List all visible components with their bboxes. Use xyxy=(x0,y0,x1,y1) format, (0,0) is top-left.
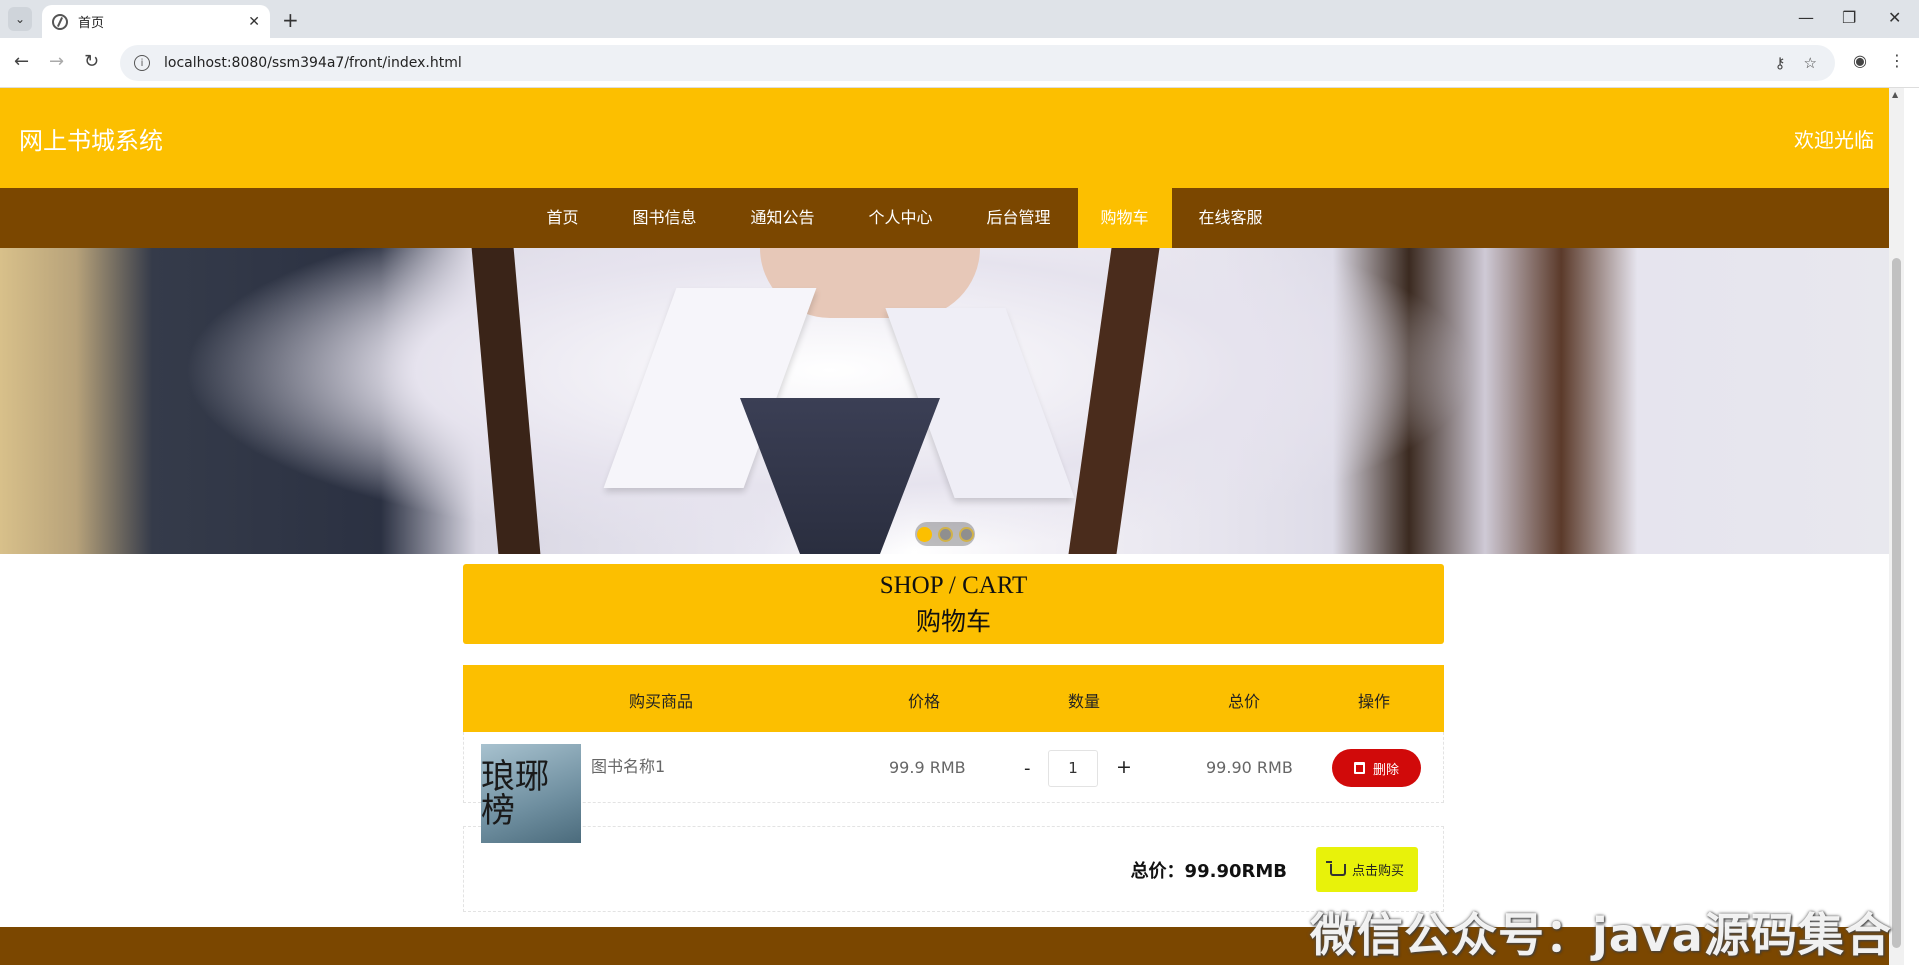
cart-title-en: SHOP / CART xyxy=(879,572,1028,599)
site-info-icon[interactable]: i xyxy=(134,55,150,71)
main-nav: 首页 图书信息 通知公告 个人中心 后台管理 购物车 在线客服 xyxy=(0,188,1904,248)
scroll-up-icon[interactable]: ▲ xyxy=(1892,90,1898,99)
decrease-quantity-button[interactable]: - xyxy=(1024,758,1031,779)
forward-icon[interactable]: → xyxy=(49,51,64,72)
page-scrollbar[interactable]: ▲ xyxy=(1889,88,1904,965)
browser-tabbar: ⌄ 首页 ✕ + — ❐ ✕ xyxy=(0,0,1919,38)
product-price: 99.9 RMB xyxy=(889,758,966,777)
checkout-button[interactable]: 点击购买 xyxy=(1316,847,1418,892)
banner-carousel[interactable] xyxy=(0,248,1904,554)
nav-item-profile[interactable]: 个人中心 xyxy=(841,188,959,248)
carousel-indicators xyxy=(915,522,975,546)
welcome-text: 欢迎光临 xyxy=(1794,128,1874,152)
tab-close-icon[interactable]: ✕ xyxy=(248,14,260,30)
nav-item-books[interactable]: 图书信息 xyxy=(605,188,723,248)
delete-label: 删除 xyxy=(1372,762,1399,778)
menu-dots-icon[interactable]: ⋮ xyxy=(1889,51,1905,70)
back-icon[interactable]: ← xyxy=(14,51,29,72)
cart-title-cn: 购物车 xyxy=(915,607,991,636)
nav-item-support[interactable]: 在线客服 xyxy=(1172,188,1290,248)
web-page: 网上书城系统 欢迎光临 首页 图书信息 通知公告 个人中心 后台管理 购物车 在… xyxy=(0,88,1904,965)
browser-toolbar: ← → ↻ i localhost:8080/ssm394a7/front/in… xyxy=(0,38,1919,88)
cart-section: SHOP / CART 购物车 购买商品 价格 数量 总价 操作 琅琊榜 图书名… xyxy=(463,564,1444,912)
key-icon[interactable]: ⚷ xyxy=(1775,54,1786,72)
tab-list-button[interactable]: ⌄ xyxy=(8,7,32,31)
book-cover-image[interactable]: 琅琊榜 xyxy=(481,744,581,843)
cart-summary: 总价：99.90RMB 点击购买 xyxy=(463,826,1444,912)
carousel-dot-1[interactable] xyxy=(916,526,932,542)
scrollbar-thumb[interactable] xyxy=(1892,258,1901,948)
cart-total: 总价：99.90RMB xyxy=(1130,861,1287,882)
col-price: 价格 xyxy=(908,692,941,711)
reload-icon[interactable]: ↻ xyxy=(84,51,99,72)
profile-icon[interactable]: ◉ xyxy=(1853,51,1867,70)
cart-icon xyxy=(1325,860,1346,876)
delete-button[interactable]: 删除 xyxy=(1332,749,1421,787)
product-subtotal: 99.90 RMB xyxy=(1206,758,1293,777)
carousel-dot-3[interactable] xyxy=(958,526,974,542)
nav-item-home[interactable]: 首页 xyxy=(519,188,605,248)
url-text[interactable]: localhost:8080/ssm394a7/front/index.html xyxy=(164,55,462,71)
new-tab-button[interactable]: + xyxy=(282,8,299,32)
address-bar[interactable]: i localhost:8080/ssm394a7/front/index.ht… xyxy=(120,45,1835,81)
col-actions: 操作 xyxy=(1358,692,1391,711)
browser-tab[interactable]: 首页 ✕ xyxy=(42,5,270,38)
nav-item-notices[interactable]: 通知公告 xyxy=(723,188,841,248)
cart-table-header: 购买商品 价格 数量 总价 操作 xyxy=(463,665,1444,732)
cart-title-box: SHOP / CART 购物车 xyxy=(463,564,1444,644)
window-close-button[interactable]: ✕ xyxy=(1888,8,1901,27)
increase-quantity-button[interactable]: + xyxy=(1116,756,1132,778)
nav-item-cart[interactable]: 购物车 xyxy=(1077,188,1172,248)
nav-item-admin[interactable]: 后台管理 xyxy=(960,188,1078,248)
col-subtotal: 总价 xyxy=(1228,692,1261,711)
trash-icon xyxy=(1353,762,1365,774)
product-name[interactable]: 图书名称1 xyxy=(591,753,665,777)
quantity-input[interactable]: 1 xyxy=(1048,750,1098,787)
checkout-label: 点击购买 xyxy=(1351,864,1404,879)
carousel-dot-2[interactable] xyxy=(937,526,953,542)
minimize-button[interactable]: — xyxy=(1798,8,1814,27)
col-quantity: 数量 xyxy=(1068,692,1101,711)
globe-icon xyxy=(52,13,68,30)
bookmark-star-icon[interactable]: ☆ xyxy=(1804,54,1817,72)
site-header: 网上书城系统 欢迎光临 xyxy=(0,88,1904,188)
restore-button[interactable]: ❐ xyxy=(1842,8,1856,27)
tab-title: 首页 xyxy=(78,16,105,31)
table-row: 琅琊榜 图书名称1 99.9 RMB - 1 + 99.90 RMB 删除 xyxy=(463,732,1444,843)
watermark-text: 微信公众号：java源码集合 xyxy=(1310,908,1892,962)
col-product: 购买商品 xyxy=(629,692,694,711)
site-title: 网上书城系统 xyxy=(19,127,163,155)
